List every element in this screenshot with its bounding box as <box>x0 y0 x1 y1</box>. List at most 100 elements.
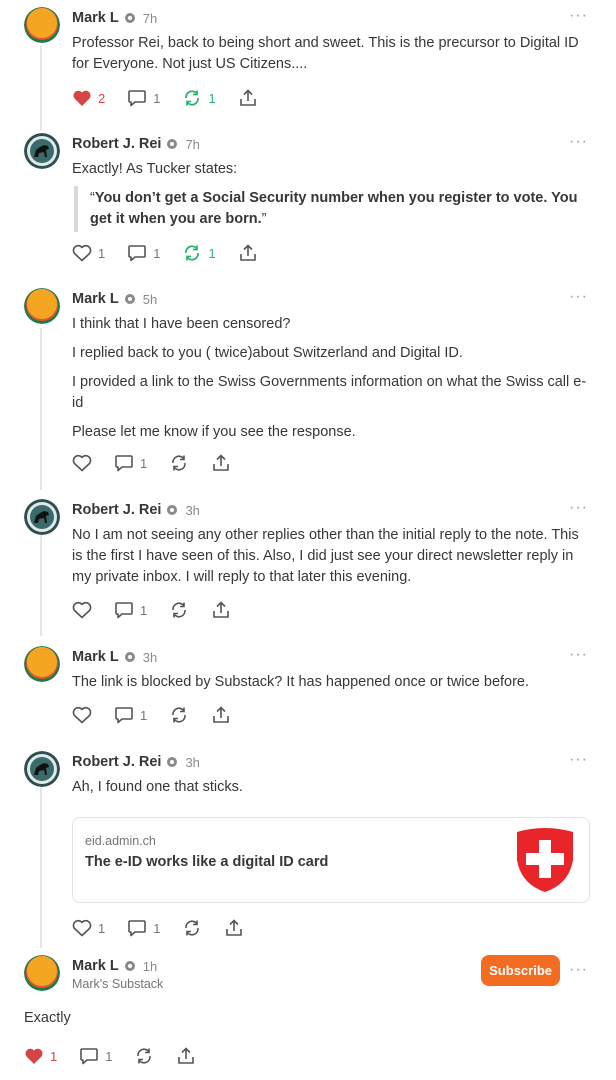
publication-name[interactable]: Mark's Substack <box>72 977 163 991</box>
restack-icon <box>169 454 189 472</box>
timestamp[interactable]: 3h <box>185 755 199 770</box>
like-count: 1 <box>50 1048 58 1064</box>
author-name[interactable]: Mark L <box>72 958 119 974</box>
avatar[interactable] <box>24 7 60 43</box>
share-icon <box>238 89 258 107</box>
reply-button[interactable]: 1 <box>114 454 147 472</box>
author-name[interactable]: Mark L <box>72 649 119 665</box>
reply-button[interactable]: 1 <box>127 244 160 262</box>
like-button[interactable]: 1 <box>72 244 105 262</box>
thread-line <box>40 780 42 948</box>
reply-count: 1 <box>153 90 161 106</box>
reply-count: 1 <box>153 920 161 936</box>
reply-count: 1 <box>153 245 161 261</box>
comment-body: Exactly <box>24 1008 544 1037</box>
swiss-shield-icon <box>513 826 577 899</box>
share-icon <box>176 1047 196 1065</box>
timestamp[interactable]: 7h <box>143 11 157 26</box>
share-icon <box>224 919 244 937</box>
timestamp[interactable]: 3h <box>185 503 199 518</box>
comment-bubble-icon <box>114 454 134 472</box>
subscriber-badge-icon <box>124 294 135 304</box>
heart-icon <box>72 919 92 937</box>
comment-text: The link is blocked by Substack? It has … <box>72 674 530 690</box>
share-icon <box>211 601 231 619</box>
avatar[interactable] <box>24 751 60 787</box>
like-count: 2 <box>98 90 106 106</box>
author-name[interactable]: Robert J. Rei <box>72 136 161 152</box>
restack-button[interactable] <box>169 454 189 472</box>
like-count: 1 <box>98 920 106 936</box>
comment-bubble-icon <box>127 89 147 107</box>
timestamp[interactable]: 1h <box>143 959 157 974</box>
heart-icon <box>72 454 92 472</box>
reply-button[interactable]: 1 <box>127 919 160 937</box>
reply-button[interactable]: 1 <box>127 89 160 107</box>
restack-button[interactable]: 1 <box>182 244 216 262</box>
restack-button[interactable]: 1 <box>182 89 216 107</box>
restack-icon <box>169 706 189 724</box>
like-button[interactable]: 1 <box>72 919 105 937</box>
restack-button[interactable] <box>169 706 189 724</box>
reply-button[interactable]: 1 <box>79 1047 112 1065</box>
more-options-icon[interactable]: ··· <box>569 752 588 768</box>
avatar[interactable] <box>24 955 60 991</box>
more-options-icon[interactable]: ··· <box>569 134 588 150</box>
comment-header: Mark L 3h <box>72 646 157 668</box>
reply-button[interactable]: 1 <box>114 706 147 724</box>
like-button[interactable] <box>72 601 92 619</box>
subscriber-badge-icon <box>124 652 135 662</box>
restack-button[interactable] <box>182 919 202 937</box>
like-button[interactable] <box>72 454 92 472</box>
reply-count: 1 <box>105 1048 113 1064</box>
like-button[interactable]: 2 <box>72 89 105 107</box>
comment-bubble-icon <box>127 244 147 262</box>
avatar[interactable] <box>24 646 60 682</box>
restack-count: 1 <box>208 90 216 106</box>
subscribe-button[interactable]: Subscribe <box>481 955 560 986</box>
restack-button[interactable] <box>134 1047 154 1065</box>
author-name[interactable]: Mark L <box>72 291 119 307</box>
restack-icon <box>182 244 202 262</box>
share-button[interactable] <box>224 919 244 937</box>
reply-count: 1 <box>140 602 148 618</box>
timestamp[interactable]: 5h <box>143 292 157 307</box>
more-options-icon[interactable]: ··· <box>569 8 588 24</box>
author-name[interactable]: Robert J. Rei <box>72 502 161 518</box>
more-options-icon[interactable]: ··· <box>569 500 588 516</box>
share-icon <box>238 244 258 262</box>
timestamp[interactable]: 7h <box>185 137 199 152</box>
share-button[interactable] <box>211 706 231 724</box>
comment-header: Mark L 1h <box>72 955 157 977</box>
author-name[interactable]: Mark L <box>72 10 119 26</box>
heart-icon <box>72 706 92 724</box>
comment-text: Ah, I found one that sticks. <box>72 779 243 795</box>
restack-icon <box>169 601 189 619</box>
more-options-icon[interactable]: ··· <box>569 647 588 663</box>
share-button[interactable] <box>176 1047 196 1065</box>
timestamp[interactable]: 3h <box>143 650 157 665</box>
share-button[interactable] <box>211 454 231 472</box>
avatar[interactable] <box>24 288 60 324</box>
avatar[interactable] <box>24 133 60 169</box>
comment-header: Mark L 7h <box>72 7 157 29</box>
more-options-icon[interactable]: ··· <box>569 962 588 978</box>
reply-button[interactable]: 1 <box>114 601 147 619</box>
author-name[interactable]: Robert J. Rei <box>72 754 161 770</box>
more-options-icon[interactable]: ··· <box>569 289 588 305</box>
comment-text: No I am not seeing any other replies oth… <box>72 527 579 585</box>
like-button[interactable]: 1 <box>24 1047 57 1065</box>
restack-button[interactable] <box>169 601 189 619</box>
avatar[interactable] <box>24 499 60 535</box>
comment-text: I provided a link to the Swiss Governmen… <box>72 374 587 411</box>
restack-icon <box>182 919 202 937</box>
share-button[interactable] <box>238 244 258 262</box>
comment-text: Please let me know if you see the respon… <box>72 424 356 440</box>
reply-count: 1 <box>140 455 148 471</box>
link-preview-card[interactable]: eid.admin.ch The e-ID works like a digit… <box>72 817 590 903</box>
share-button[interactable] <box>211 601 231 619</box>
comment-bubble-icon <box>127 919 147 937</box>
like-button[interactable] <box>72 706 92 724</box>
share-button[interactable] <box>238 89 258 107</box>
comment-header: Mark L 5h <box>72 288 157 310</box>
